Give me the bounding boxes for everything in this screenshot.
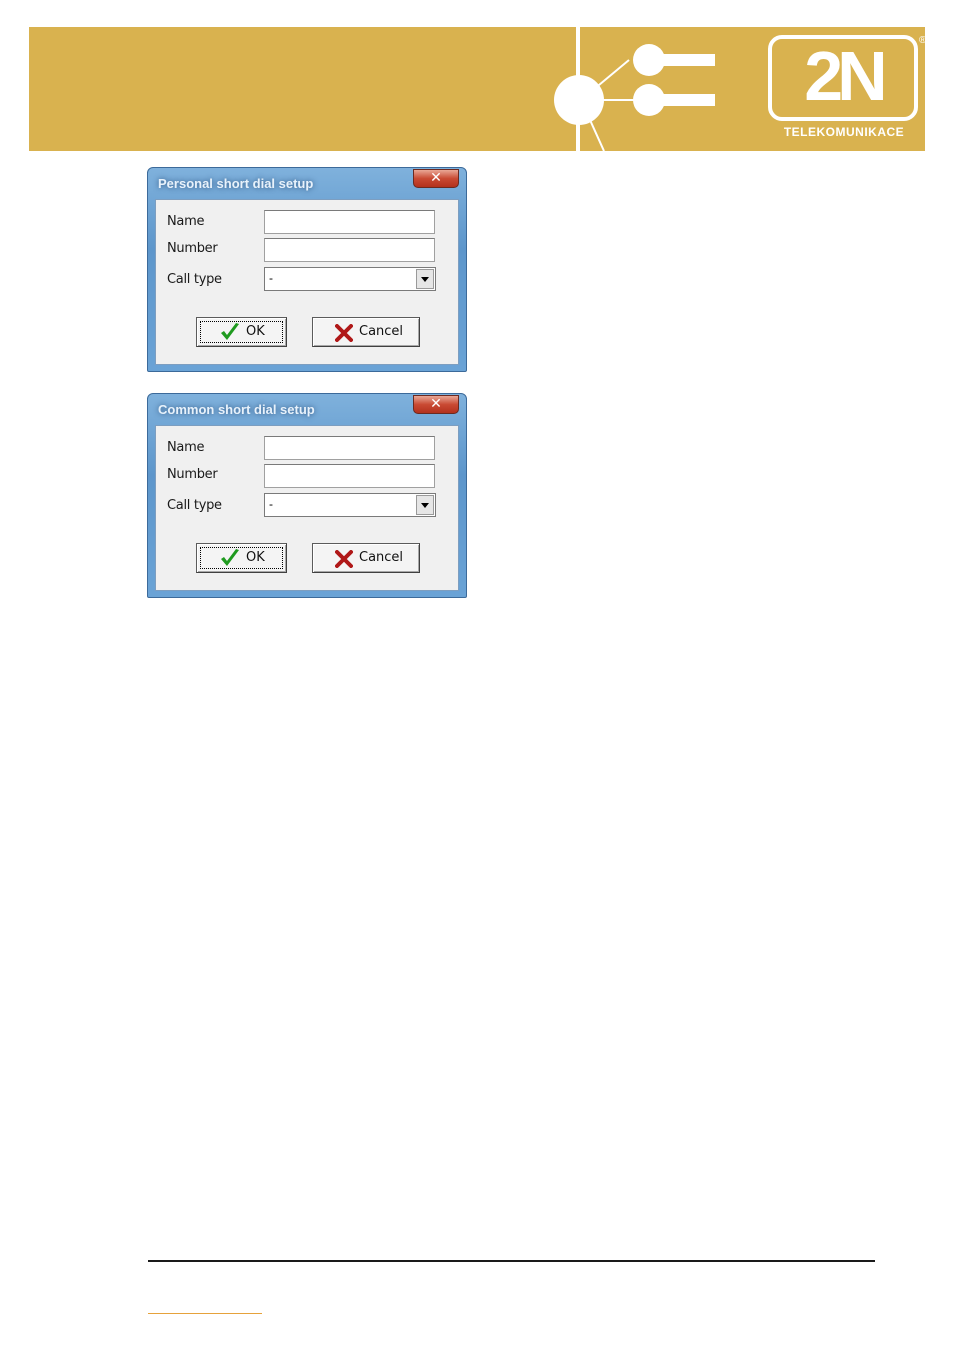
- dialog-body: Name Number Call type - OK Cancel: [155, 199, 459, 365]
- dialog-title: Personal short dial setup: [158, 176, 314, 191]
- logo: 2N: [804, 37, 887, 115]
- name-input[interactable]: [265, 211, 434, 233]
- chevron-down-icon: [421, 503, 429, 508]
- close-button[interactable]: ✕: [413, 395, 459, 414]
- ok-label: OK: [246, 324, 265, 339]
- ok-button[interactable]: OK: [196, 317, 287, 347]
- title-bar[interactable]: Personal short dial setup ✕: [148, 168, 466, 198]
- number-field[interactable]: [264, 238, 435, 262]
- personal-short-dial-dialog: Personal short dial setup ✕ Name Number …: [147, 167, 467, 372]
- cancel-label: Cancel: [359, 550, 404, 565]
- number-label: Number: [167, 241, 218, 256]
- cross-icon: [335, 324, 353, 342]
- call-type-value: -: [269, 271, 273, 285]
- check-icon: [221, 323, 239, 340]
- focus-rect: [200, 547, 283, 569]
- name-label: Name: [167, 440, 205, 455]
- name-field[interactable]: [264, 436, 435, 460]
- number-input[interactable]: [265, 465, 434, 487]
- name-label: Name: [167, 214, 205, 229]
- focus-rect: [200, 321, 283, 343]
- number-field[interactable]: [264, 464, 435, 488]
- ok-label: OK: [246, 550, 265, 565]
- call-type-value: -: [269, 497, 273, 511]
- number-input[interactable]: [265, 239, 434, 261]
- call-type-select[interactable]: -: [264, 267, 436, 291]
- name-input[interactable]: [265, 437, 434, 459]
- header-banner: 2N TELEKOMUNIKACE ®: [29, 27, 925, 151]
- ok-button[interactable]: OK: [196, 543, 287, 573]
- call-type-label: Call type: [167, 272, 222, 287]
- close-icon: ✕: [430, 396, 442, 412]
- registered-mark: ®: [919, 35, 925, 46]
- cancel-button[interactable]: Cancel: [312, 317, 420, 347]
- check-icon: [221, 549, 239, 566]
- cancel-button[interactable]: Cancel: [312, 543, 420, 573]
- footer-link-underline[interactable]: [148, 1313, 262, 1314]
- cross-icon: [335, 550, 353, 568]
- chevron-down-icon: [421, 277, 429, 282]
- name-field[interactable]: [264, 210, 435, 234]
- cancel-label: Cancel: [359, 324, 404, 339]
- close-button[interactable]: ✕: [413, 169, 459, 188]
- logo-tagline: TELEKOMUNIKACE: [783, 125, 905, 139]
- close-icon: ✕: [430, 170, 442, 186]
- dialog-title: Common short dial setup: [158, 402, 315, 417]
- dropdown-button[interactable]: [416, 495, 434, 515]
- dropdown-button[interactable]: [416, 269, 434, 289]
- footer-rule: [148, 1260, 875, 1262]
- number-label: Number: [167, 467, 218, 482]
- call-type-select[interactable]: -: [264, 493, 436, 517]
- common-short-dial-dialog: Common short dial setup ✕ Name Number Ca…: [147, 393, 467, 598]
- dialog-body: Name Number Call type - OK Cancel: [155, 425, 459, 591]
- title-bar[interactable]: Common short dial setup ✕: [148, 394, 466, 424]
- call-type-label: Call type: [167, 498, 222, 513]
